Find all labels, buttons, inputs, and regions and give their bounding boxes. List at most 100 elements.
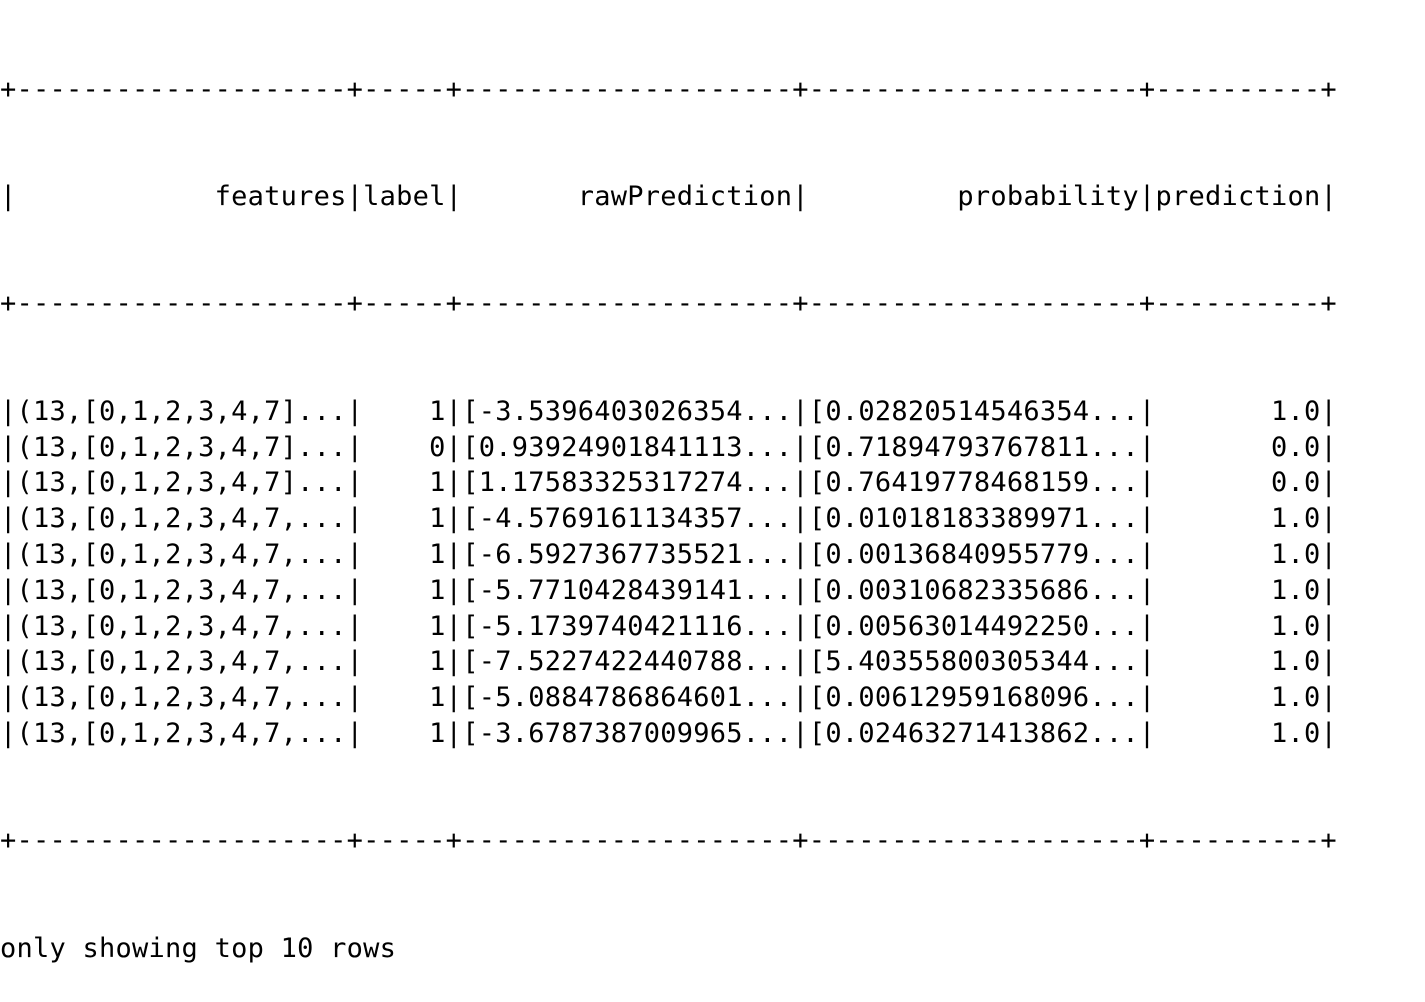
cell-probability: [0.00310682335686... [808,574,1139,606]
column-separator: | [445,646,463,678]
cell-features: (13,[0,1,2,3,4,7,... [16,646,347,678]
cell-label: 1 [363,503,446,535]
cell-prediction: 0.0 [1155,431,1321,463]
table-border-bottom: +--------------------+-----+------------… [0,825,1337,857]
column-separator: | [346,574,364,606]
column-separator: | [1138,538,1156,570]
column-separator: | [1320,395,1338,427]
cell-label: 1 [363,610,446,642]
column-separator: | [1320,610,1338,642]
cell-rawprediction: [-4.5769161134357... [462,503,793,535]
cell-probability: [0.01018183389971... [808,503,1139,535]
column-separator: | [792,646,809,678]
column-separator: | [792,503,809,535]
table-row: |(13,[0,1,2,3,4,7,...| 1|[-7.52274224407… [0,644,1337,680]
table-row: |(13,[0,1,2,3,4,7,...| 1|[-5.08847868646… [0,680,1337,716]
column-separator: | [1138,682,1156,714]
column-separator: | [445,467,463,499]
column-separator: | [445,431,463,463]
cell-features: (13,[0,1,2,3,4,7,... [16,682,347,714]
cell-rawprediction: [-5.0884786864601... [462,682,793,714]
column-separator: | [792,717,809,749]
cell-label: 1 [363,395,446,427]
column-separator: | [1320,646,1338,678]
column-separator: | [346,467,364,499]
cell-probability: [0.02820514546354... [808,395,1139,427]
column-separator: | [1138,467,1156,499]
column-separator: | [445,717,463,749]
column-separator: | [0,682,17,714]
cell-prediction: 1.0 [1155,574,1321,606]
column-separator: | [346,610,364,642]
column-separator: | [1138,503,1156,535]
table-row: |(13,[0,1,2,3,4,7,...| 1|[-6.59273677355… [0,537,1337,573]
column-separator: | [1138,717,1156,749]
cell-rawprediction: [-5.1739740421116... [462,610,793,642]
column-separator: | [792,538,809,570]
cell-probability: [0.71894793767811... [808,431,1139,463]
table-row: |(13,[0,1,2,3,4,7,...| 1|[-5.17397404211… [0,609,1337,645]
header-probability: probability [808,180,1139,212]
cell-prediction: 1.0 [1155,538,1321,570]
column-separator: | [1138,180,1156,212]
cell-features: (13,[0,1,2,3,4,7,... [16,503,347,535]
column-separator: | [445,682,463,714]
footer-note: only showing top 10 rows [0,932,397,964]
column-separator: | [1320,503,1338,535]
cell-prediction: 1.0 [1155,610,1321,642]
cell-label: 1 [363,467,446,499]
column-separator: | [792,180,809,212]
cell-rawprediction: [0.93924901841113... [462,431,793,463]
column-separator: | [0,538,17,570]
table-row: |(13,[0,1,2,3,4,7,...| 1|[-5.77104284391… [0,573,1337,609]
column-separator: | [1320,538,1338,570]
cell-probability: [0.00136840955779... [808,538,1139,570]
column-separator: | [1138,395,1156,427]
column-separator: | [1320,467,1338,499]
cell-features: (13,[0,1,2,3,4,7,... [16,717,347,749]
column-separator: | [792,395,809,427]
cell-label: 1 [363,717,446,749]
column-separator: | [1320,682,1338,714]
cell-prediction: 1.0 [1155,395,1321,427]
cell-prediction: 1.0 [1155,682,1321,714]
column-separator: | [445,610,463,642]
column-separator: | [346,503,364,535]
cell-label: 0 [363,431,446,463]
table-border-mid: +--------------------+-----+------------… [0,288,1337,320]
cell-prediction: 1.0 [1155,717,1321,749]
cell-rawprediction: [1.17583325317274... [462,467,793,499]
column-separator: | [1138,646,1156,678]
cell-rawprediction: [-3.6787387009965... [462,717,793,749]
cell-prediction: 0.0 [1155,467,1321,499]
column-separator: | [1138,431,1156,463]
column-separator: | [1138,574,1156,606]
column-separator: | [0,610,17,642]
column-separator: | [445,574,463,606]
header-label: label [363,180,446,212]
column-separator: | [1138,610,1156,642]
column-separator: | [0,717,17,749]
column-separator: | [346,646,364,678]
table-body: |(13,[0,1,2,3,4,7]...| 1|[-3.53964030263… [0,394,1337,752]
column-separator: | [346,538,364,570]
table-row: |(13,[0,1,2,3,4,7]...| 1|[-3.53964030263… [0,394,1337,430]
cell-features: (13,[0,1,2,3,4,7,... [16,538,347,570]
column-separator: | [1320,574,1338,606]
column-separator: | [0,467,17,499]
cell-rawprediction: [-5.7710428439141... [462,574,793,606]
cell-features: (13,[0,1,2,3,4,7,... [16,574,347,606]
cell-label: 1 [363,538,446,570]
cell-label: 1 [363,646,446,678]
column-separator: | [0,574,17,606]
cell-probability: [0.02463271413862... [808,717,1139,749]
column-separator: | [1320,180,1338,212]
cell-label: 1 [363,682,446,714]
column-separator: | [1320,717,1338,749]
cell-probability: [5.40355800305344... [808,646,1139,678]
column-separator: | [346,717,364,749]
cell-prediction: 1.0 [1155,503,1321,535]
cell-probability: [0.00563014492250... [808,610,1139,642]
header-rawprediction: rawPrediction [462,180,793,212]
column-separator: | [792,574,809,606]
